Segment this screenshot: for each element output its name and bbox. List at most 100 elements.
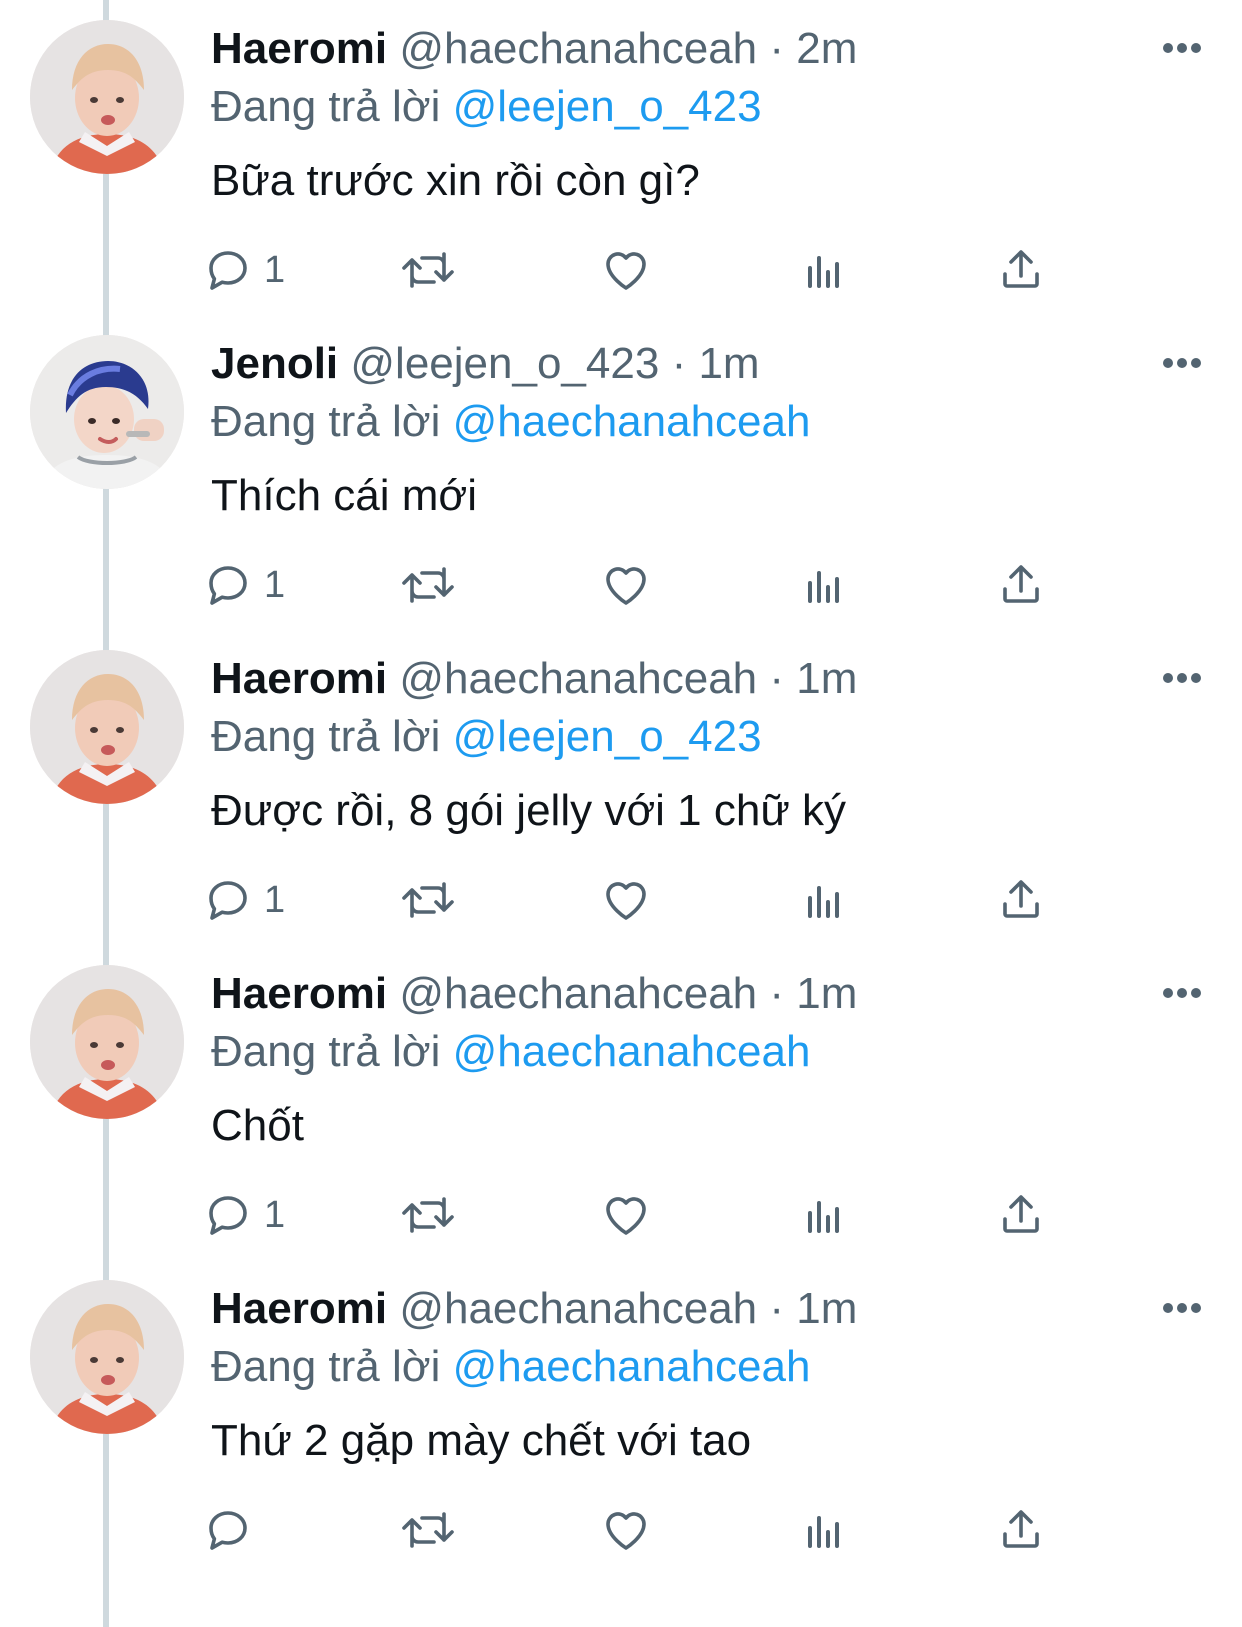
- display-name[interactable]: Jenoli: [211, 339, 338, 388]
- tweet-1[interactable]: Haeromi @haechanahceah · 2m Đang trả lời…: [0, 0, 1242, 328]
- reply-button[interactable]: 1: [204, 240, 285, 300]
- user-handle[interactable]: @haechanahceah: [399, 969, 757, 1018]
- timestamp[interactable]: 1m: [796, 654, 857, 703]
- user-handle[interactable]: @haechanahceah: [399, 24, 757, 73]
- jenoli-avatar-image: [30, 335, 184, 489]
- haeromi-avatar[interactable]: [30, 20, 184, 174]
- display-name[interactable]: Haeromi: [211, 1284, 387, 1333]
- tweet-header: Haeromi @haechanahceah · 2m: [211, 18, 857, 80]
- haeromi-avatar[interactable]: [30, 1280, 184, 1434]
- retweet-icon: [402, 252, 454, 288]
- reply-button[interactable]: 1: [204, 1185, 285, 1245]
- retweet-icon: [402, 882, 454, 918]
- share-icon: [1003, 250, 1039, 288]
- retweet-button[interactable]: [400, 870, 456, 930]
- reply-count: 1: [264, 1193, 286, 1236]
- share-button[interactable]: [997, 1500, 1045, 1560]
- replying-to-mention[interactable]: @haechanahceah: [453, 1027, 811, 1076]
- reply-icon: [209, 251, 247, 290]
- tweet-actions: 1: [0, 1185, 1242, 1245]
- replying-to-label: Đang trả lời: [211, 82, 441, 131]
- reply-icon: [209, 881, 247, 920]
- share-button[interactable]: [997, 240, 1045, 300]
- like-button[interactable]: [600, 1185, 652, 1245]
- reply-button[interactable]: 1: [204, 555, 285, 615]
- reply-button[interactable]: [204, 1500, 264, 1560]
- like-button[interactable]: [600, 870, 652, 930]
- tweet-header: Haeromi @haechanahceah · 1m: [211, 648, 857, 710]
- haeromi-avatar-image: [30, 650, 184, 804]
- separator-dot: ·: [769, 24, 785, 73]
- analytics-icon: [808, 1201, 839, 1233]
- replying-to-mention[interactable]: @haechanahceah: [453, 1342, 811, 1391]
- tweet-text: Chốt: [211, 1101, 304, 1150]
- timestamp[interactable]: 1m: [698, 339, 759, 388]
- more-options-icon[interactable]: [1160, 983, 1204, 1003]
- tweet-header: Haeromi @haechanahceah · 1m: [211, 1278, 857, 1340]
- replying-to-label: Đang trả lời: [211, 1027, 441, 1076]
- haeromi-avatar-image: [30, 1280, 184, 1434]
- like-button[interactable]: [600, 555, 652, 615]
- tweet-2[interactable]: Jenoli @leejen_o_423 · 1m Đang trả lời @…: [0, 315, 1242, 643]
- separator-dot: ·: [671, 339, 687, 388]
- separator-dot: ·: [769, 969, 785, 1018]
- reply-count: 1: [264, 563, 286, 606]
- heart-icon: [606, 1197, 646, 1235]
- more-options-icon[interactable]: [1160, 1298, 1204, 1318]
- tweet-actions: 1: [0, 870, 1242, 930]
- display-name[interactable]: Haeromi: [211, 654, 387, 703]
- timestamp[interactable]: 2m: [796, 24, 857, 73]
- retweet-button[interactable]: [400, 1500, 456, 1560]
- haeromi-avatar-image: [30, 20, 184, 174]
- analytics-button[interactable]: [800, 555, 848, 615]
- share-icon: [1003, 1510, 1039, 1548]
- haeromi-avatar-image: [30, 965, 184, 1119]
- replying-to-line: Đang trả lời @leejen_o_423: [211, 76, 762, 138]
- share-button[interactable]: [997, 1185, 1045, 1245]
- timestamp[interactable]: 1m: [796, 969, 857, 1018]
- retweet-icon: [402, 1512, 454, 1548]
- like-button[interactable]: [600, 240, 652, 300]
- retweet-button[interactable]: [400, 555, 456, 615]
- analytics-button[interactable]: [800, 1500, 848, 1560]
- share-button[interactable]: [997, 555, 1045, 615]
- timestamp[interactable]: 1m: [796, 1284, 857, 1333]
- more-options-icon[interactable]: [1160, 38, 1204, 58]
- replying-to-line: Đang trả lời @haechanahceah: [211, 1336, 810, 1398]
- jenoli-avatar[interactable]: [30, 335, 184, 489]
- tweet-actions: 1: [0, 240, 1242, 300]
- heart-icon: [606, 567, 646, 605]
- reply-icon: [209, 1511, 247, 1550]
- tweet-4[interactable]: Haeromi @haechanahceah · 1m Đang trả lời…: [0, 945, 1242, 1273]
- analytics-icon: [808, 1516, 839, 1548]
- retweet-icon: [402, 1197, 454, 1233]
- share-button[interactable]: [997, 870, 1045, 930]
- display-name[interactable]: Haeromi: [211, 969, 387, 1018]
- tweet-text: Thứ 2 gặp mày chết với tao: [211, 1416, 752, 1465]
- replying-to-mention[interactable]: @haechanahceah: [453, 397, 811, 446]
- analytics-button[interactable]: [800, 870, 848, 930]
- analytics-button[interactable]: [800, 240, 848, 300]
- reply-button[interactable]: 1: [204, 870, 285, 930]
- replying-to-mention[interactable]: @leejen_o_423: [453, 712, 762, 761]
- haeromi-avatar[interactable]: [30, 650, 184, 804]
- retweet-button[interactable]: [400, 240, 456, 300]
- more-options-icon[interactable]: [1160, 668, 1204, 688]
- user-handle[interactable]: @haechanahceah: [399, 1284, 757, 1333]
- tweet-3[interactable]: Haeromi @haechanahceah · 1m Đang trả lời…: [0, 630, 1242, 958]
- user-handle[interactable]: @leejen_o_423: [350, 339, 659, 388]
- display-name[interactable]: Haeromi: [211, 24, 387, 73]
- haeromi-avatar[interactable]: [30, 965, 184, 1119]
- tweet-header: Haeromi @haechanahceah · 1m: [211, 963, 857, 1025]
- replying-to-line: Đang trả lời @haechanahceah: [211, 391, 810, 453]
- tweet-5[interactable]: Haeromi @haechanahceah · 1m Đang trả lời…: [0, 1260, 1242, 1588]
- analytics-icon: [808, 886, 839, 918]
- user-handle[interactable]: @haechanahceah: [399, 654, 757, 703]
- replying-to-mention[interactable]: @leejen_o_423: [453, 82, 762, 131]
- tweet-header: Jenoli @leejen_o_423 · 1m: [211, 333, 760, 395]
- retweet-button[interactable]: [400, 1185, 456, 1245]
- reply-icon: [209, 1196, 247, 1235]
- like-button[interactable]: [600, 1500, 652, 1560]
- more-options-icon[interactable]: [1160, 353, 1204, 373]
- analytics-button[interactable]: [800, 1185, 848, 1245]
